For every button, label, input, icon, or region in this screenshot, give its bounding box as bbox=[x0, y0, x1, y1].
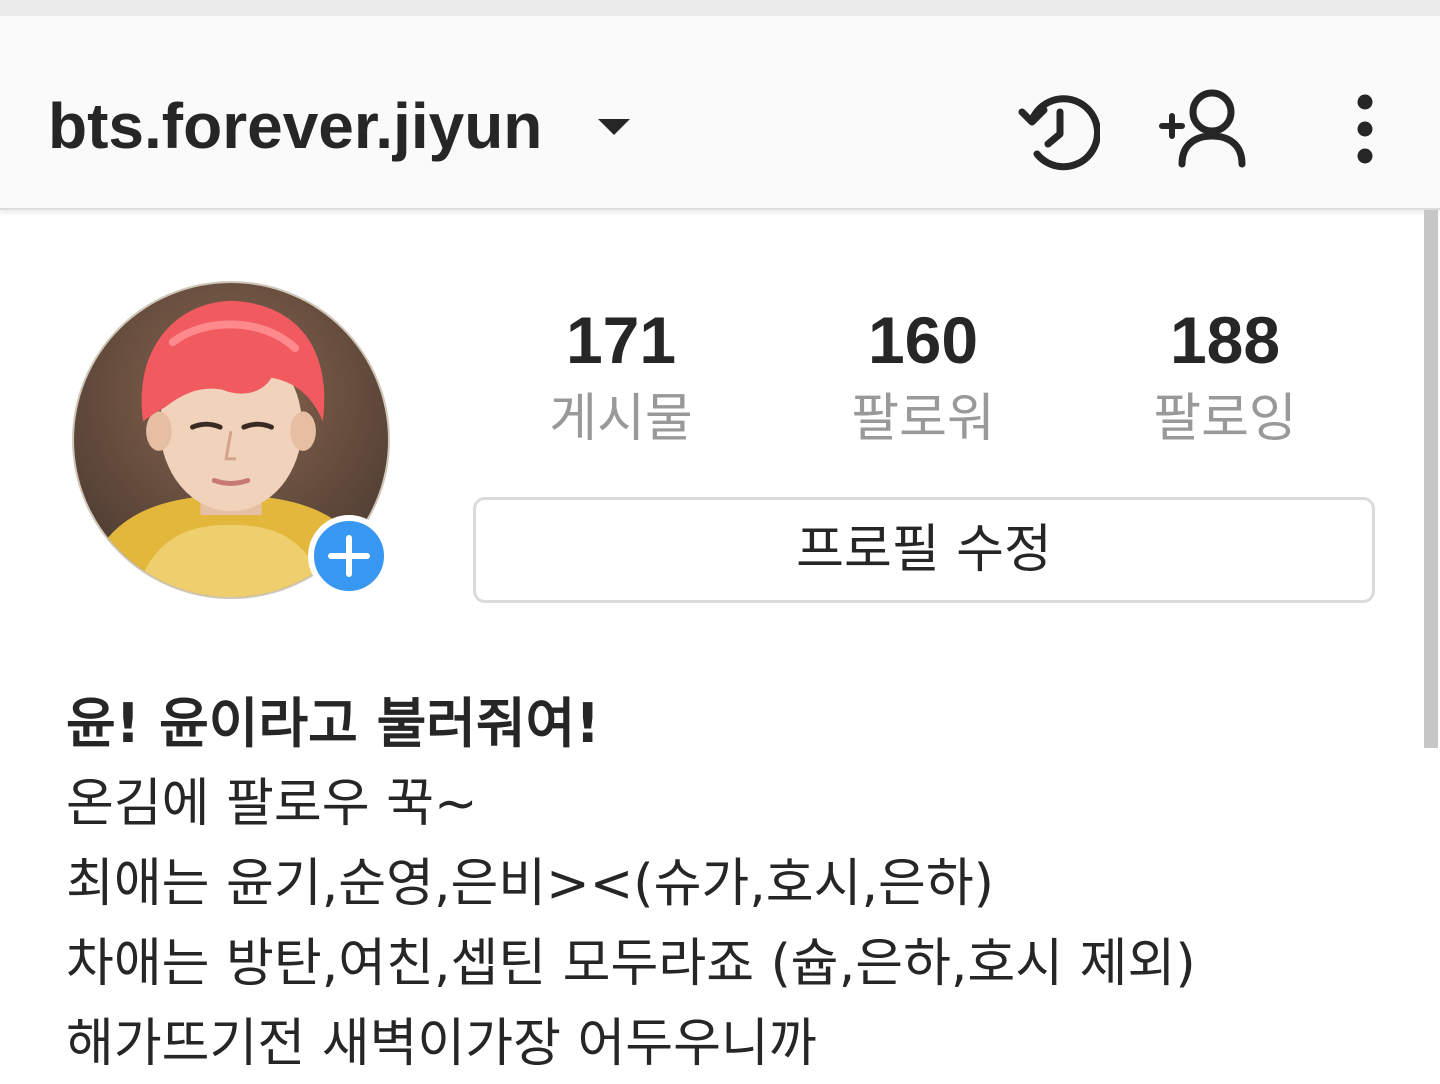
bio-line: 차애는 방탄,여친,셉틴 모두라죠 (슙,은하,호시 제외) bbox=[66, 934, 1196, 994]
bio-name: 윤! 윤이라고 불러줘여! bbox=[66, 692, 600, 755]
following-count: 188 bbox=[1169, 303, 1281, 377]
status-bar-strip bbox=[0, 0, 1440, 16]
bio: 윤! 윤이라고 불러줘여! 온김에 팔로우 꾹~ 최애는 윤기,순영,은비><(… bbox=[66, 684, 1406, 1084]
history-icon[interactable] bbox=[1018, 90, 1100, 172]
more-icon[interactable] bbox=[1348, 94, 1382, 164]
plus-icon bbox=[328, 535, 370, 577]
followers-label: 팔로워 bbox=[851, 389, 995, 449]
edit-profile-button[interactable]: 프로필 수정 bbox=[473, 497, 1375, 603]
username-switcher[interactable]: bts.forever.jiyun bbox=[48, 88, 542, 164]
bio-line: 최애는 윤기,순영,은비><(슈가,호시,은하) bbox=[66, 854, 994, 914]
followers-count: 160 bbox=[867, 303, 979, 377]
posts-label: 게시물 bbox=[549, 389, 693, 449]
top-bar: bts.forever.jiyun bbox=[0, 16, 1440, 210]
posts-stat[interactable]: 171 게시물 bbox=[481, 300, 761, 450]
followers-stat[interactable]: 160 팔로워 bbox=[783, 300, 1063, 450]
following-label: 팔로잉 bbox=[1153, 389, 1297, 449]
chevron-down-icon[interactable] bbox=[596, 116, 632, 138]
add-story-button[interactable] bbox=[308, 515, 390, 597]
add-user-icon[interactable] bbox=[1158, 88, 1254, 170]
posts-count: 171 bbox=[565, 303, 677, 377]
bio-line: 해가뜨기전 새벽이가장 어두우니까 bbox=[66, 1014, 817, 1074]
bio-line: 온김에 팔로우 꾹~ bbox=[66, 774, 478, 834]
following-stat[interactable]: 188 팔로잉 bbox=[1085, 300, 1365, 450]
scrollbar[interactable] bbox=[1424, 210, 1438, 748]
